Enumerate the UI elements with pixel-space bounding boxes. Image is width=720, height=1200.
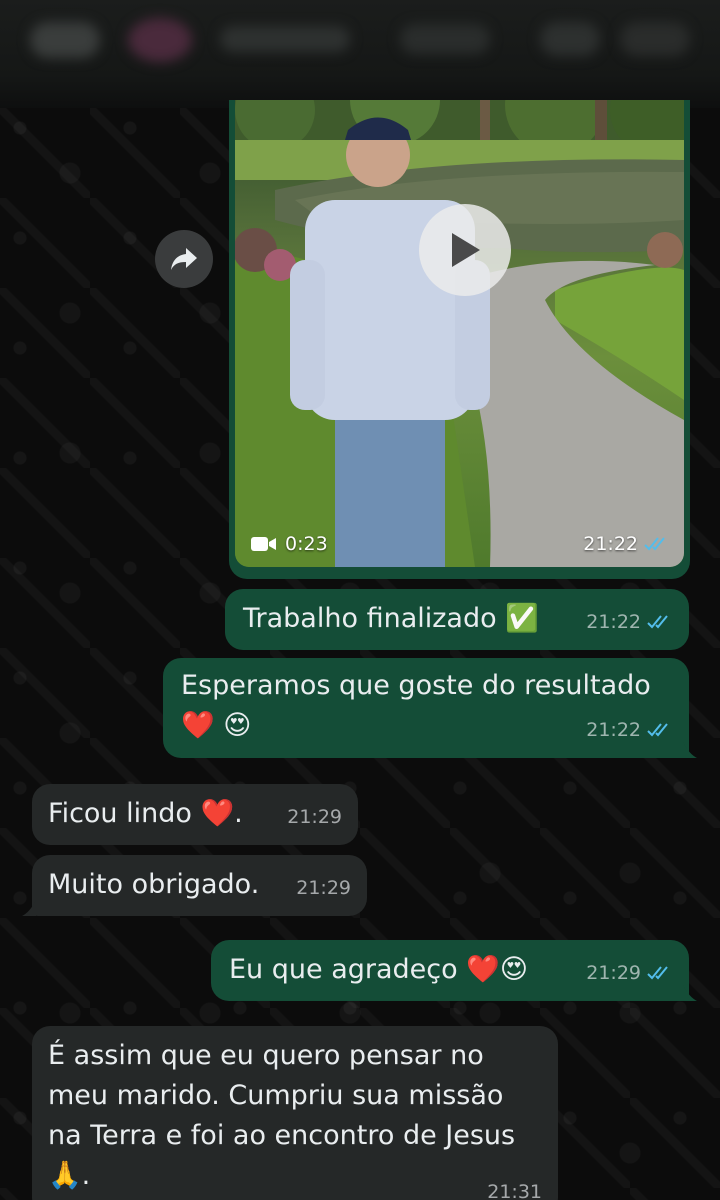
bubble-tail xyxy=(683,742,697,758)
message-time: 21:22 xyxy=(586,719,641,741)
message-time: 21:31 xyxy=(487,1181,542,1200)
video-duration-label: 0:23 xyxy=(285,533,328,555)
message-meta: 21:22 xyxy=(586,710,673,750)
message-text: É assim que eu quero pensar no meu marid… xyxy=(48,1036,515,1196)
forward-button[interactable] xyxy=(155,230,213,288)
double-check-icon xyxy=(647,966,668,980)
message-time: 21:22 xyxy=(586,611,641,633)
video-camera-icon xyxy=(251,537,276,551)
video-timestamp: 21:22 xyxy=(583,533,670,555)
message-incoming[interactable]: Ficou lindo ❤️. 21:29 xyxy=(32,784,358,845)
message-incoming[interactable]: Muito obrigado. 21:29 xyxy=(32,855,367,916)
video-scene xyxy=(235,100,684,567)
video-message[interactable]: 0:23 21:22 xyxy=(229,100,690,579)
play-button[interactable] xyxy=(419,204,511,296)
message-time: 21:29 xyxy=(287,806,342,828)
blurred-header xyxy=(0,0,720,108)
message-line: meu marido. Cumpriu sua missão xyxy=(48,1080,504,1111)
message-line: 🙏. xyxy=(48,1160,91,1191)
bubble-tail xyxy=(22,900,36,916)
forward-arrow-icon xyxy=(171,248,197,270)
video-time-label: 21:22 xyxy=(583,533,638,555)
message-time: 21:29 xyxy=(296,877,351,899)
message-outgoing[interactable]: Eu que agradeço ❤️😍 21:29 xyxy=(211,940,689,1001)
video-thumbnail[interactable]: 0:23 21:22 xyxy=(235,100,684,567)
message-text: Eu que agradeço ❤️😍 xyxy=(229,954,528,985)
double-check-icon xyxy=(644,537,665,551)
bubble-tail xyxy=(683,985,697,1001)
message-text: Trabalho finalizado ✅ xyxy=(243,603,539,634)
message-incoming[interactable]: É assim que eu quero pensar no meu marid… xyxy=(32,1026,558,1200)
message-text: Muito obrigado. xyxy=(48,869,260,900)
play-icon xyxy=(452,233,480,267)
message-line: na Terra e foi ao encontro de Jesus xyxy=(48,1120,516,1151)
message-meta: 21:29 xyxy=(586,953,673,993)
message-emoji-line: ❤️ 😍 xyxy=(181,710,252,741)
message-outgoing[interactable]: Trabalho finalizado ✅ 21:22 xyxy=(225,589,689,650)
message-outgoing[interactable]: Esperamos que goste do resultado ❤️ 😍 21… xyxy=(163,658,689,758)
double-check-icon xyxy=(647,723,668,737)
message-text: Ficou lindo ❤️. xyxy=(48,798,243,829)
message-text: Esperamos que goste do resultado xyxy=(181,670,651,701)
message-time: 21:29 xyxy=(586,962,641,984)
double-check-icon xyxy=(647,615,668,629)
message-meta: 21:22 xyxy=(586,602,673,642)
message-line: É assim que eu quero pensar no xyxy=(48,1040,484,1071)
video-duration: 0:23 xyxy=(251,533,328,555)
